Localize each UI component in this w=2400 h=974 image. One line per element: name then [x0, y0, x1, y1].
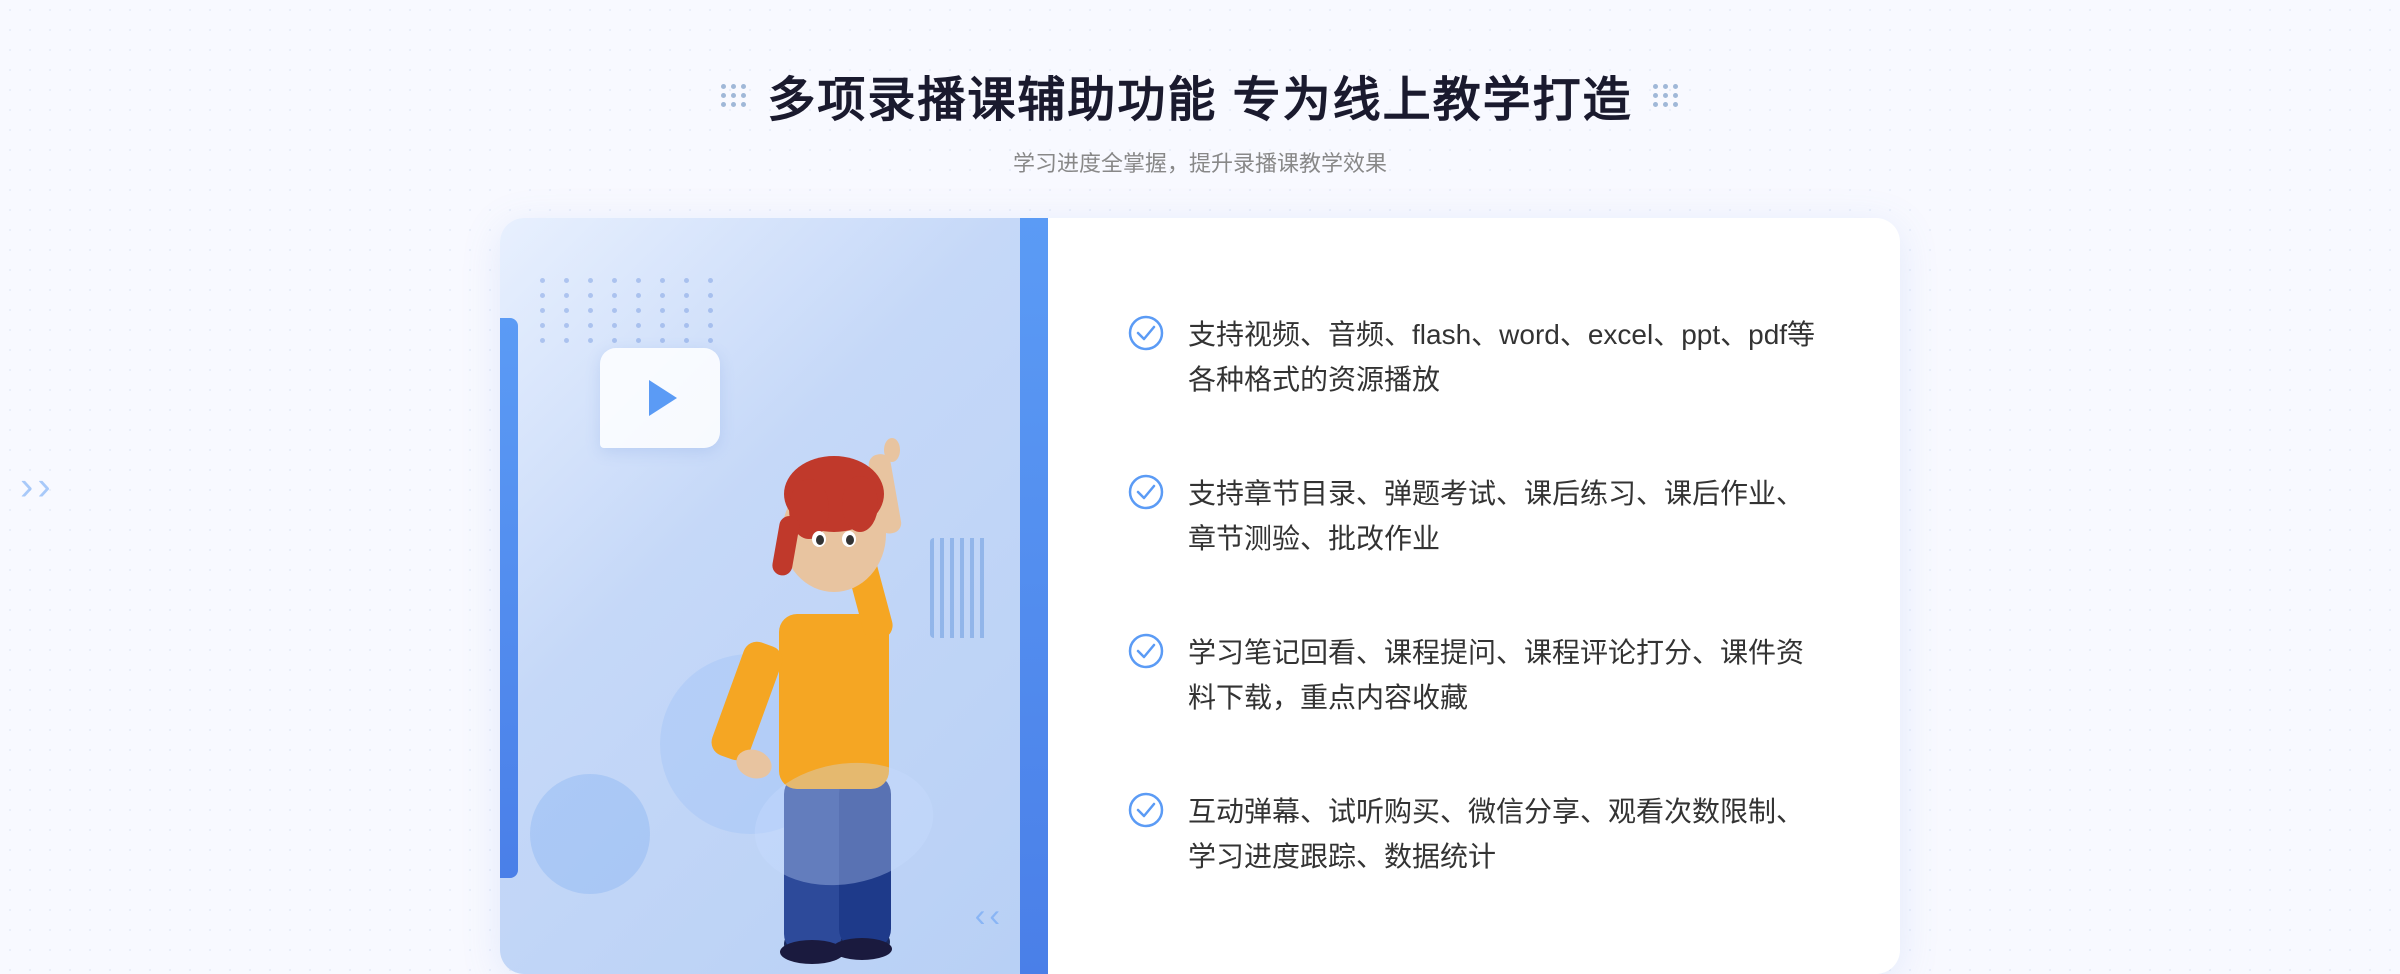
check-icon-1 [1128, 315, 1164, 351]
right-chevrons-decoration: ‹ ‹ [975, 897, 1000, 934]
check-icon-2 [1128, 474, 1164, 510]
inner-chevron-2: ‹ [989, 897, 1000, 934]
left-dot-grid [721, 84, 747, 107]
main-title: 多项录播课辅助功能 专为线上教学打造 [767, 60, 1632, 130]
right-features-panel: 支持视频、音频、flash、word、excel、ppt、pdf等各种格式的资源… [1048, 218, 1900, 974]
inner-chevron-1: ‹ [975, 897, 986, 934]
left-arrows-decoration: › › [20, 465, 51, 510]
right-dot-grid [1653, 84, 1679, 107]
feature-item-4: 互动弹幕、试听购买、微信分享、观看次数限制、学习进度跟踪、数据统计 [1128, 790, 1820, 880]
left-chevron-2: › [37, 465, 50, 510]
title-row: 多项录播课辅助功能 专为线上教学打造 [721, 60, 1678, 130]
feature-text-1: 支持视频、音频、flash、word、excel、ppt、pdf等各种格式的资源… [1188, 313, 1820, 403]
feature-text-2: 支持章节目录、弹题考试、课后练习、课后作业、章节测验、批改作业 [1188, 472, 1820, 562]
left-chevron-1: › [20, 465, 33, 510]
blue-accent-panel [1020, 218, 1048, 974]
header-section: 多项录播课辅助功能 专为线上教学打造 学习进度全掌握，提升录播课教学效果 [721, 60, 1678, 178]
feature-item-3: 学习笔记回看、课程提问、课程评论打分、课件资料下载，重点内容收藏 [1128, 631, 1820, 721]
left-dots-pattern [540, 278, 722, 343]
subtitle: 学习进度全掌握，提升录播课教学效果 [721, 146, 1678, 178]
feature-text-4: 互动弹幕、试听购买、微信分享、观看次数限制、学习进度跟踪、数据统计 [1188, 790, 1820, 880]
content-card: ‹ ‹ 支持视频、音频、flash、word、excel、ppt、pdf等各种格… [500, 218, 1900, 974]
check-icon-3 [1128, 633, 1164, 669]
person-illustration [664, 394, 984, 974]
circle-decoration-1 [530, 774, 650, 894]
feature-item-1: 支持视频、音频、flash、word、excel、ppt、pdf等各种格式的资源… [1128, 313, 1820, 403]
page-container: › › 多项录播课辅助功能 专为线上教学打造 学习进度全掌握，提升录播课教学效果 [0, 0, 2400, 974]
accent-vertical-bar [500, 318, 518, 878]
feature-text-3: 学习笔记回看、课程提问、课程评论打分、课件资料下载，重点内容收藏 [1188, 631, 1820, 721]
feature-item-2: 支持章节目录、弹题考试、课后练习、课后作业、章节测验、批改作业 [1128, 472, 1820, 562]
check-icon-4 [1128, 792, 1164, 828]
left-illustration-panel: ‹ ‹ [500, 218, 1020, 974]
